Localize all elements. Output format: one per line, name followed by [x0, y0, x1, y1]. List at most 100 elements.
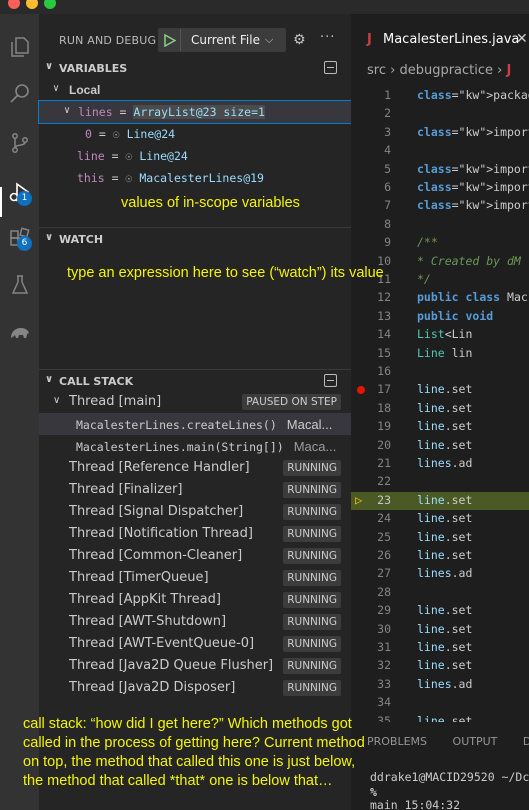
scope-local[interactable]: ∨ Local	[39, 79, 351, 101]
callstack-section-header[interactable]: ∨ CALL STACK	[39, 369, 351, 391]
thread-row[interactable]: Thread [Reference Handler] RUNNING	[39, 457, 351, 479]
line-number[interactable]: 34	[351, 695, 391, 709]
run-config-label[interactable]: Current File	[181, 33, 265, 47]
thread-main[interactable]: ∨ Thread [main] PAUSED ON STEP	[39, 391, 351, 413]
thread-row[interactable]: Thread [Finalizer] RUNNING	[39, 479, 351, 501]
line-number[interactable]: 19	[351, 419, 391, 433]
gradle-elephant-icon[interactable]	[5, 317, 35, 347]
run-config-selector[interactable]: Current File ⌵	[158, 28, 286, 52]
line-number[interactable]: 31	[351, 640, 391, 654]
explorer-icon[interactable]	[5, 32, 35, 62]
line-number[interactable]: 26	[351, 548, 391, 562]
start-debugging-button[interactable]	[159, 29, 181, 51]
code-line[interactable]: 30 line.set	[351, 621, 529, 639]
variable-row-index-0[interactable]: 0 = ☉ Line@24	[39, 123, 351, 145]
thread-row[interactable]: Thread [Java2D Queue Flusher] RUNNING	[39, 655, 351, 677]
line-number[interactable]: 30	[351, 622, 391, 636]
code-line[interactable]: 32 line.set	[351, 657, 529, 675]
line-number[interactable]: 29	[351, 603, 391, 617]
stack-frame[interactable]: MacalesterLines.main(String[]) Maca...	[39, 435, 351, 457]
code-line[interactable]: 2	[351, 105, 529, 123]
line-number[interactable]: 8	[351, 217, 391, 231]
line-number[interactable]: 7	[351, 198, 391, 212]
tab-debug-console[interactable]: D	[523, 735, 529, 748]
thread-row[interactable]: Thread [Java2D Disposer] RUNNING	[39, 677, 351, 699]
code-line[interactable]: 29 line.set	[351, 602, 529, 620]
code-line[interactable]: 6 class="kw">import java.util	[351, 179, 529, 197]
code-line[interactable]: 20 line.set	[351, 437, 529, 455]
line-number[interactable]: 13	[351, 309, 391, 323]
code-line[interactable]: 28	[351, 584, 529, 602]
code-line[interactable]: 8	[351, 216, 529, 234]
code-line[interactable]: 19 line.set	[351, 418, 529, 436]
line-number[interactable]: 27	[351, 566, 391, 580]
line-number[interactable]: 2	[351, 106, 391, 120]
code-line[interactable]: 26 line.set	[351, 547, 529, 565]
code-line[interactable]: 12 public class Mac	[351, 289, 529, 307]
variables-section-header[interactable]: ∨ VARIABLES	[39, 57, 351, 79]
breadcrumb-item[interactable]: debugpractice	[399, 63, 493, 78]
code-line[interactable]: 3 class="kw">import edu.macal	[351, 124, 529, 142]
breadcrumb[interactable]: src › debugpractice › J	[367, 63, 511, 78]
code-line[interactable]: 9 /**	[351, 234, 529, 252]
line-number[interactable]: 9	[351, 235, 391, 249]
line-number[interactable]: 4	[351, 143, 391, 157]
code-line[interactable]: 24 line.set	[351, 510, 529, 528]
line-number[interactable]: 1	[351, 88, 391, 102]
code-line[interactable]: 33 lines.ad	[351, 676, 529, 694]
line-number[interactable]: 15	[351, 346, 391, 360]
variable-row-this[interactable]: this = ☉ MacalesterLines@19	[39, 167, 351, 189]
stack-frame[interactable]: MacalesterLines.createLines() Macal...	[39, 413, 351, 435]
line-number[interactable]: 22	[351, 474, 391, 488]
code-line[interactable]: 1 class="kw">package debugpra	[351, 87, 529, 105]
code-line[interactable]: 14 List<Lin	[351, 326, 529, 344]
thread-row[interactable]: Thread [Notification Thread] RUNNING	[39, 523, 351, 545]
line-number[interactable]: 28	[351, 585, 391, 599]
gear-icon[interactable]: ⚙	[293, 32, 306, 48]
code-line[interactable]: 34	[351, 694, 529, 712]
code-line[interactable]: 22	[351, 473, 529, 491]
line-number[interactable]: 20	[351, 438, 391, 452]
current-execution-line[interactable]: 23 line.set ▷	[351, 491, 529, 511]
thread-row[interactable]: Thread [AppKit Thread] RUNNING	[39, 589, 351, 611]
watch-section-header[interactable]: ∨ WATCH	[39, 227, 351, 249]
code-line[interactable]: 18 line.set	[351, 400, 529, 418]
line-number[interactable]: 32	[351, 658, 391, 672]
line-number[interactable]: 6	[351, 180, 391, 194]
line-number[interactable]: 24	[351, 511, 391, 525]
code-line[interactable]: 13 public void	[351, 308, 529, 326]
editor-tab[interactable]: J MacalesterLines.java ✕	[351, 26, 529, 56]
zoom-window-button[interactable]	[44, 0, 56, 9]
line-number[interactable]: 5	[351, 162, 391, 176]
code-line[interactable]: 15 Line lin	[351, 345, 529, 363]
line-number[interactable]: 18	[351, 401, 391, 415]
more-actions-icon[interactable]: ···	[320, 30, 335, 45]
thread-row[interactable]: Thread [AWT-EventQueue-0] RUNNING	[39, 633, 351, 655]
line-number[interactable]: 16	[351, 364, 391, 378]
code-line[interactable]: 17 line.set	[351, 381, 529, 399]
code-line[interactable]: 5 class="kw">import java.awt.	[351, 161, 529, 179]
code-line[interactable]: 31 line.set	[351, 639, 529, 657]
thread-row[interactable]: Thread [AWT-Shutdown] RUNNING	[39, 611, 351, 633]
tab-problems[interactable]: PROBLEMS	[367, 735, 427, 748]
thread-row[interactable]: Thread [Common-Cleaner] RUNNING	[39, 545, 351, 567]
code-line[interactable]: 16	[351, 363, 529, 381]
code-line[interactable]: 21 lines.ad	[351, 455, 529, 473]
close-icon[interactable]: ✕	[516, 31, 528, 47]
testing-flask-icon[interactable]	[5, 270, 35, 300]
line-number[interactable]: 3	[351, 125, 391, 139]
variable-row-lines[interactable]: ∨ lines = ArrayList@23 size=1	[38, 100, 352, 124]
source-control-icon[interactable]	[5, 128, 35, 158]
thread-row[interactable]: Thread [TimerQueue] RUNNING	[39, 567, 351, 589]
line-number[interactable]: 21	[351, 456, 391, 470]
line-number[interactable]: 33	[351, 677, 391, 691]
collapse-all-icon[interactable]	[324, 61, 337, 74]
thread-row[interactable]: Thread [Signal Dispatcher] RUNNING	[39, 501, 351, 523]
line-number[interactable]: 12	[351, 290, 391, 304]
breadcrumb-item[interactable]: src	[367, 63, 386, 78]
code-line[interactable]: 7 class="kw">import java.util	[351, 197, 529, 215]
line-number[interactable]: 14	[351, 327, 391, 341]
close-window-button[interactable]	[8, 0, 20, 9]
line-number[interactable]: 25	[351, 530, 391, 544]
variable-row-line[interactable]: line = ☉ Line@24	[39, 145, 351, 167]
